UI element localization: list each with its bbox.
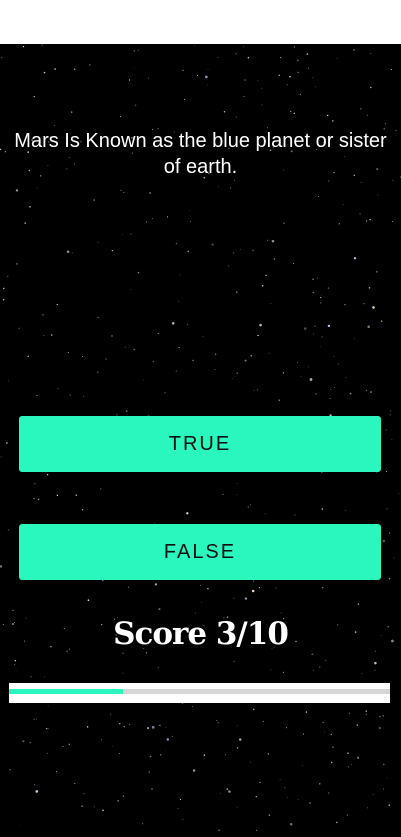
false-button[interactable]: FALSE	[19, 524, 381, 580]
progress-bar-track	[9, 689, 390, 694]
status-bar-area	[0, 0, 401, 44]
score-text: Score 3/10	[113, 616, 289, 652]
true-button[interactable]: TRUE	[19, 416, 381, 472]
quiz-screen: Mars Is Known as the blue planet or sist…	[0, 44, 401, 837]
progress-bar-fill	[9, 689, 124, 694]
question-text: Mars Is Known as the blue planet or sist…	[14, 130, 387, 178]
progress-indicator	[9, 683, 390, 703]
